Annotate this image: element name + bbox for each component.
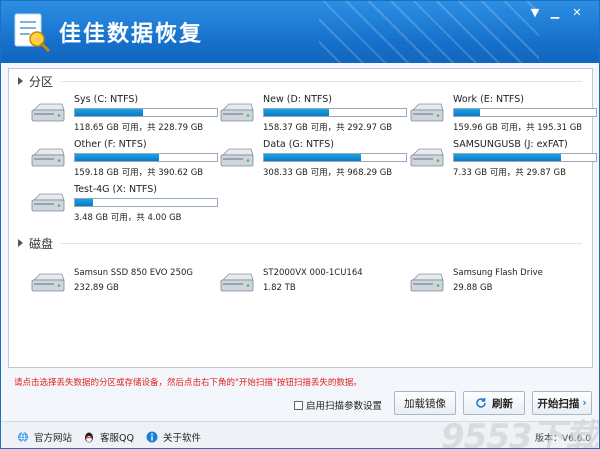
partition-name: SAMSUNGUSB (J: exFAT) <box>453 139 568 150</box>
usage-bar-fill <box>75 199 94 206</box>
hard-drive-icon <box>31 148 65 167</box>
partition-capacity: 118.65 GB 可用，共 228.79 GB <box>74 123 204 133</box>
partition-item[interactable]: Test-4G (X: NTFS) 3.48 GB 可用，共 4.00 GB <box>30 184 218 224</box>
partition-item[interactable]: Sys (C: NTFS) 118.65 GB 可用，共 228.79 GB <box>30 94 218 134</box>
partition-capacity: 159.18 GB 可用，共 390.62 GB <box>74 168 204 178</box>
instruction-text: 请点击选择丢失数据的分区或存储设备，然后点击右下角的"开始扫描"按钮扫描丢失的数… <box>14 378 362 388</box>
partition-capacity: 158.37 GB 可用，共 292.97 GB <box>263 123 393 133</box>
section-divider <box>61 81 582 82</box>
minimize-button[interactable]: ▁ <box>548 7 562 19</box>
qq-support-link[interactable]: 客服QQ <box>83 430 134 444</box>
chevron-right-icon: › <box>582 397 587 409</box>
partitions-section-header: 分区 <box>18 73 53 89</box>
partition-item[interactable]: New (D: NTFS) 158.37 GB 可用，共 292.97 GB <box>219 94 407 134</box>
device-panel: 分区 Sys (C: NTFS) 118.65 GB 可用，共 228.79 GB… <box>8 68 597 368</box>
partition-name: Work (E: NTFS) <box>453 94 524 105</box>
disk-icon <box>410 273 444 292</box>
partition-usage-bar <box>453 108 597 117</box>
load-image-label: 加载镜像 <box>404 397 446 410</box>
partitions-section-label: 分区 <box>29 74 54 89</box>
partition-name: Other (F: NTFS) <box>74 139 147 150</box>
hard-drive-icon <box>31 193 65 212</box>
hard-drive-icon <box>410 103 444 122</box>
usage-bar-fill <box>264 154 361 161</box>
hard-drive-icon <box>220 103 254 122</box>
partition-usage-bar <box>263 108 407 117</box>
disk-icon <box>31 273 65 292</box>
disk-item[interactable]: Samsung Flash Drive 29.88 GB <box>409 264 594 298</box>
disk-size: 1.82 TB <box>263 283 296 293</box>
collapse-triangle-icon[interactable] <box>18 239 23 247</box>
website-label: 官方网站 <box>34 433 73 444</box>
partition-item[interactable]: Work (E: NTFS) 159.96 GB 可用，共 195.31 GB <box>409 94 597 134</box>
partition-capacity: 159.96 GB 可用，共 195.31 GB <box>453 123 583 133</box>
disk-icon <box>220 273 254 292</box>
partition-usage-bar <box>74 153 218 162</box>
scan-params-checkbox[interactable]: 启用扫描参数设置 <box>294 398 382 412</box>
scan-params-label: 启用扫描参数设置 <box>306 401 383 412</box>
disk-name: Samsun SSD 850 EVO 250G <box>74 268 193 278</box>
disk-size: 29.88 GB <box>453 283 493 293</box>
disks-section-label: 磁盘 <box>29 236 54 251</box>
partition-name: Test-4G (X: NTFS) <box>74 184 157 195</box>
app-window: 佳佳数据恢复 ▼ ▁ ✕ 分区 Sys (C: NTFS) 118.65 GB 可… <box>0 0 600 449</box>
partition-capacity: 308.33 GB 可用，共 968.29 GB <box>263 168 393 178</box>
hard-drive-icon <box>220 148 254 167</box>
app-title: 佳佳数据恢复 <box>59 22 204 47</box>
menu-icon[interactable]: ▼ <box>528 7 542 19</box>
globe-icon <box>18 431 28 443</box>
partition-name: Sys (C: NTFS) <box>74 94 139 105</box>
partition-capacity: 3.48 GB 可用，共 4.00 GB <box>74 213 182 223</box>
usage-bar-fill <box>454 109 480 116</box>
disk-name: ST2000VX 000-1CU164 <box>263 268 363 278</box>
info-icon <box>146 431 158 443</box>
app-logo-icon <box>14 13 50 52</box>
usage-bar-fill <box>264 109 330 116</box>
disk-name: Samsung Flash Drive <box>453 268 543 278</box>
partition-usage-bar <box>263 153 407 162</box>
hard-drive-icon <box>31 103 65 122</box>
disk-size: 232.89 GB <box>74 283 119 293</box>
checkbox-box[interactable] <box>294 400 303 410</box>
partition-usage-bar <box>453 153 597 162</box>
disks-section-header: 磁盘 <box>18 235 53 251</box>
qq-penguin-icon <box>85 432 93 443</box>
collapse-triangle-icon[interactable] <box>18 77 23 85</box>
title-bar-decoration <box>319 1 539 63</box>
partition-usage-bar <box>74 108 218 117</box>
partition-capacity: 7.33 GB 可用，共 29.87 GB <box>453 168 566 178</box>
partition-name: Data (G: NTFS) <box>263 139 334 150</box>
refresh-icon <box>476 398 486 408</box>
close-button[interactable]: ✕ <box>570 7 584 19</box>
disk-item[interactable]: ST2000VX 000-1CU164 1.82 TB <box>219 264 404 298</box>
usage-bar-fill <box>75 109 144 116</box>
partition-item[interactable]: SAMSUNGUSB (J: exFAT) 7.33 GB 可用，共 29.87 … <box>409 139 597 179</box>
about-label: 关于软件 <box>163 433 202 444</box>
qq-label: 客服QQ <box>100 433 134 444</box>
hard-drive-icon <box>410 148 444 167</box>
about-link[interactable]: 关于软件 <box>146 430 201 444</box>
watermark: 9553下载 <box>441 417 599 449</box>
partition-item[interactable]: Other (F: NTFS) 159.18 GB 可用，共 390.62 GB <box>30 139 218 179</box>
partition-usage-bar <box>74 198 218 207</box>
disk-item[interactable]: Samsun SSD 850 EVO 250G 232.89 GB <box>30 264 215 298</box>
section-divider <box>61 243 582 244</box>
usage-bar-fill <box>75 154 159 161</box>
partition-item[interactable]: Data (G: NTFS) 308.33 GB 可用，共 968.29 GB <box>219 139 407 179</box>
usage-bar-fill <box>454 154 561 161</box>
partition-name: New (D: NTFS) <box>263 94 332 105</box>
title-bar: 佳佳数据恢复 ▼ ▁ ✕ <box>1 1 599 63</box>
website-link[interactable]: 官方网站 <box>17 430 72 444</box>
